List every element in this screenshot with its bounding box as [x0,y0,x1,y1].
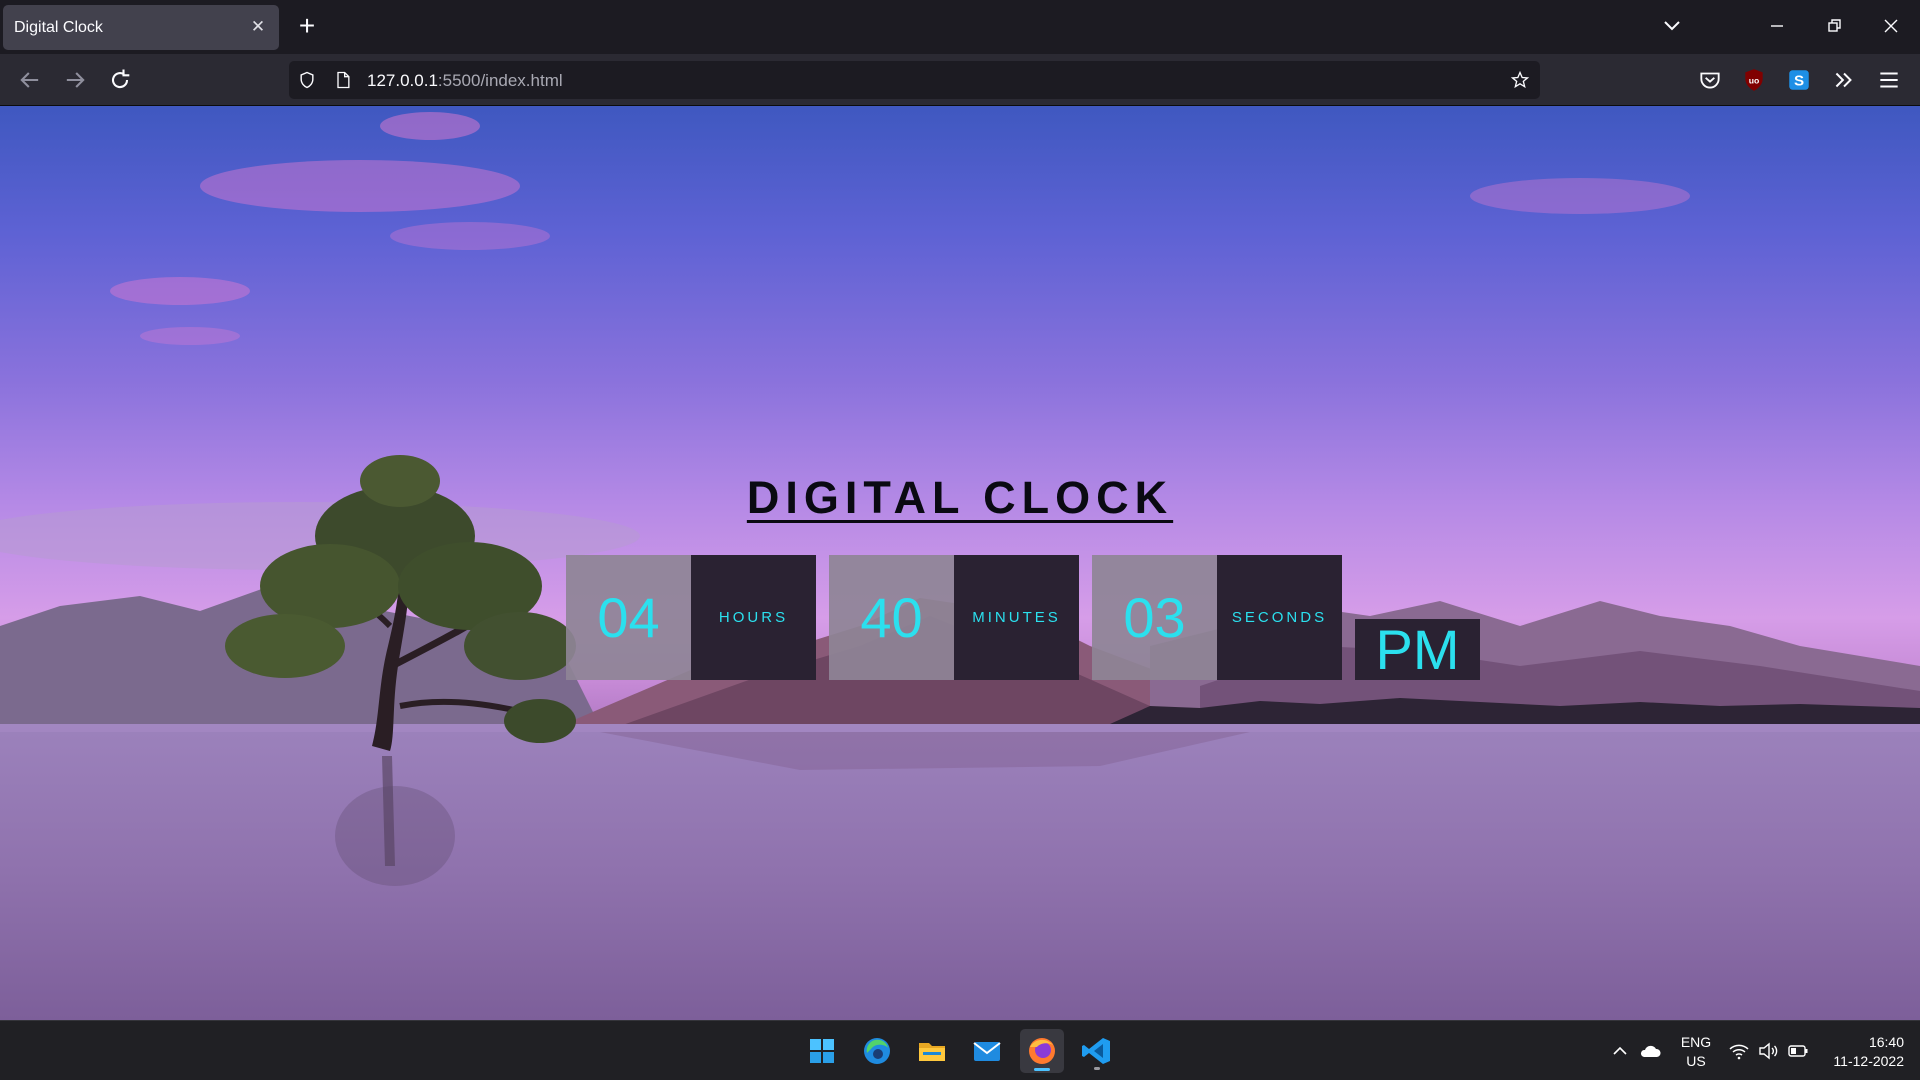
ampm-indicator: PM [1355,619,1480,680]
hours-value: 04 [566,555,691,680]
browser-tab[interactable]: Digital Clock ✕ [3,5,279,50]
page-viewport: DIGITAL CLOCK 04 HOURS 40 MINUTES 03 SEC… [0,106,1920,1020]
svg-text:uo: uo [1749,75,1760,85]
url-text[interactable]: 127.0.0.1:5500/index.html [367,71,563,91]
mail-icon[interactable] [965,1029,1009,1073]
svg-text:S: S [1794,72,1804,89]
close-window-icon[interactable] [1879,14,1903,38]
seconds-value: 03 [1092,555,1217,680]
minutes-value: 40 [829,555,954,680]
pocket-icon[interactable] [1697,67,1723,93]
page-title: DIGITAL CLOCK [746,472,1174,523]
page-icon[interactable] [333,70,353,90]
new-tab-icon[interactable]: + [292,12,322,42]
edge-icon[interactable] [855,1029,899,1073]
minutes-label: MINUTES [954,555,1079,680]
system-time: 16:40 [1868,1034,1904,1050]
running-app-indicator [1094,1067,1100,1070]
close-tab-icon[interactable]: ✕ [247,16,269,38]
forward-icon[interactable] [61,66,89,94]
tab-title: Digital Clock [14,19,103,36]
language-indicator[interactable]: ENG US [1676,1033,1716,1071]
minimize-icon[interactable] [1765,14,1789,38]
address-bar[interactable]: 127.0.0.1:5500/index.html [289,61,1540,99]
taskbar: ENG US 16:40 11-12-2022 [0,1020,1920,1080]
chevron-down-icon[interactable] [1660,14,1684,38]
chevron-up-icon[interactable] [1608,1039,1632,1063]
restore-icon[interactable] [1822,14,1846,38]
onedrive-cloud-icon[interactable] [1638,1039,1662,1063]
url-path: :5500/index.html [437,71,563,90]
seconds-label: SECONDS [1217,555,1342,680]
windows-start-icon[interactable] [800,1029,844,1073]
back-icon[interactable] [16,66,44,94]
bookmark-star-icon[interactable] [1510,70,1530,90]
menu-icon[interactable] [1876,67,1902,93]
navigation-toolbar: 127.0.0.1:5500/index.html uo S [0,54,1920,106]
vscode-icon[interactable] [1075,1029,1119,1073]
more-tools-icon[interactable] [1831,67,1857,93]
battery-icon[interactable] [1786,1039,1810,1063]
region-code: US [1686,1053,1706,1069]
system-clock[interactable]: 16:40 11-12-2022 [1824,1033,1904,1071]
extension-s-icon[interactable]: S [1786,67,1812,93]
volume-icon[interactable] [1756,1039,1780,1063]
shield-icon[interactable] [297,70,317,90]
language-code: ENG [1680,1034,1712,1050]
reload-icon[interactable] [106,66,134,94]
file-explorer-icon[interactable] [910,1029,954,1073]
hours-label: HOURS [691,555,816,680]
tab-bar: Digital Clock ✕ + [0,0,1920,54]
system-date: 11-12-2022 [1833,1053,1904,1069]
active-app-indicator [1034,1068,1050,1071]
firefox-icon[interactable] [1020,1029,1064,1073]
url-host: 127.0.0.1 [367,71,438,90]
wifi-icon[interactable] [1727,1039,1751,1063]
ublock-icon[interactable]: uo [1741,67,1767,93]
